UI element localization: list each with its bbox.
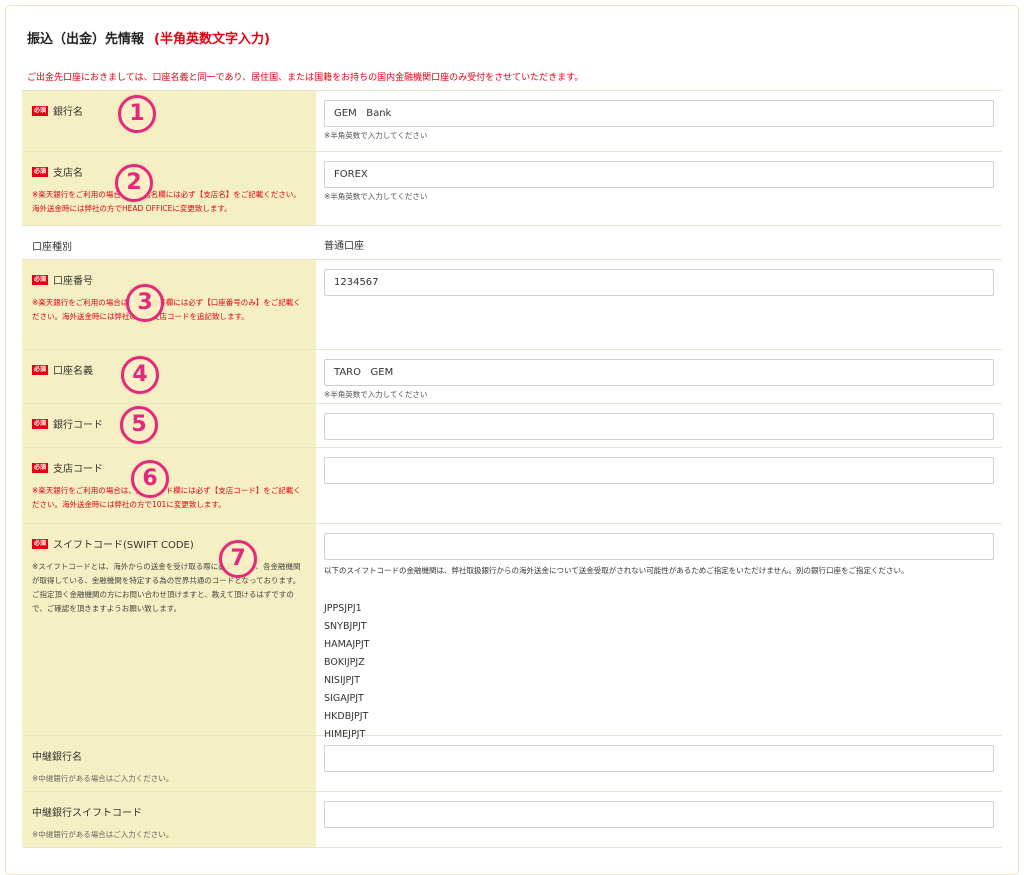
branch-code-note: ※楽天銀行をご利用の場合は、支店コード欄には必ず【支店コード】をご記載ください。… [32,486,301,509]
label-intermediary-bank: 中継銀行名 [32,752,82,763]
label-cell-intermediary-bank: 中継銀行名 ※中継銀行がある場合はご入力ください。 [22,736,316,791]
swift-warning: 以下のスイフトコードの金融機関は、弊社取扱銀行からの海外送金について送金受取がさ… [324,566,909,575]
section-heading: 振込（出金）先情報 (半角英数文字入力) [27,28,270,47]
blocked-swift-code: HKDBJPJT [324,711,369,722]
intermediary-bank-input[interactable] [324,745,994,772]
row-account-number: 必須 口座番号 ※楽天銀行をご利用の場合は、口座番号欄には必ず【口座番号のみ】をご… [22,260,1002,350]
label-cell-branch-name: 必須 支店名 ※楽天銀行をご利用の場合は、支店名欄には必ず【支店名】をご記載くださ… [22,152,316,225]
annotation-marker-3: 3 [126,284,164,322]
blocked-swift-code: BOKIJPJZ [324,657,365,668]
section-title: 振込（出金）先情報 [27,32,145,47]
account-type-value: 普通口座 [324,241,364,252]
value-cell-swift-code: 以下のスイフトコードの金融機関は、弊社取扱銀行からの海外送金について送金受取がさ… [316,524,1004,740]
value-cell-bank-code [316,404,1004,447]
row-intermediary-bank: 中継銀行名 ※中継銀行がある場合はご入力ください。 [22,736,1002,792]
bank-name-input[interactable] [324,100,994,127]
account-notice: ご出金先口座におきましては、口座名義と同一であり、居住国、または国籍をお持ちの国… [27,73,584,83]
bank-name-hint: ※半角英数で入力してください [324,131,428,140]
value-cell-branch-name: ※半角英数で入力してください [316,152,1004,225]
annotation-marker-7: 7 [219,540,257,578]
label-cell-branch-code: 必須 支店コード ※楽天銀行をご利用の場合は、支店コード欄には必ず【支店コード】を… [22,448,316,523]
label-cell-intermediary-swift: 中継銀行スイフトコード ※中継銀行がある場合はご入力ください。 [22,792,316,847]
label-cell-account-number: 必須 口座番号 ※楽天銀行をご利用の場合は、口座番号欄には必ず【口座番号のみ】をご… [22,260,316,349]
value-cell-account-type: 普通口座 [316,226,1002,259]
account-holder-hint: ※半角英数で入力してください [324,390,428,399]
section-title-accent: (半角英数文字入力) [154,32,270,47]
bank-info-form: 必須銀行名 ※半角英数で入力してください 1 必須支店名 ※楽天銀行をご利用の場… [22,90,1002,848]
bank-code-input[interactable] [324,413,994,440]
value-cell-account-holder: ※半角英数で入力してください [316,350,1004,403]
required-badge: 必須 [32,274,49,285]
branch-name-hint: ※半角英数で入力してください [324,192,428,201]
label-swift-code: スイフトコード(SWIFT CODE) [53,540,194,551]
blocked-swift-list: JPPSJPJ1 SNYBJPJT HAMAJPJT BOKIJPJZ NISI… [324,600,994,744]
label-intermediary-swift: 中継銀行スイフトコード [32,808,142,819]
label-branch-name: 支店名 [53,168,84,179]
annotation-marker-5: 5 [120,406,158,444]
row-account-type: 口座種別 普通口座 [22,226,1002,260]
intermediary-bank-note: ※中継銀行がある場合はご入力ください。 [32,774,174,783]
blocked-swift-code: SIGAJPJT [324,693,364,704]
label-cell-account-holder: 必須 口座名義 [22,350,316,403]
value-cell-account-number [316,260,1004,349]
required-badge: 必須 [32,105,49,116]
annotation-marker-6: 6 [131,460,169,498]
label-cell-account-type: 口座種別 [22,226,316,259]
branch-name-input[interactable] [324,161,994,188]
required-badge: 必須 [32,364,49,375]
row-intermediary-swift: 中継銀行スイフトコード ※中継銀行がある場合はご入力ください。 [22,792,1002,848]
account-number-note: ※楽天銀行をご利用の場合は、口座番号欄には必ず【口座番号のみ】をご記載ください。… [32,298,301,321]
blocked-swift-code: JPPSJPJ1 [324,603,362,614]
blocked-swift-code: SNYBJPJT [324,621,367,632]
value-cell-bank-name: ※半角英数で入力してください [316,91,1004,151]
row-bank-code: 必須 銀行コード 5 [22,404,1002,448]
label-account-holder: 口座名義 [53,366,94,377]
row-swift-code: 必須 スイフトコード(SWIFT CODE) ※スイフトコードとは、海外からの送金… [22,524,1004,740]
intermediary-swift-input[interactable] [324,801,994,828]
branch-name-note: ※楽天銀行をご利用の場合は、支店名欄には必ず【支店名】をご記載ください。海外送金… [32,190,301,213]
account-number-input[interactable] [324,269,994,296]
annotation-marker-1: 1 [118,95,156,133]
label-branch-code: 支店コード [53,464,104,475]
intermediary-swift-note: ※中継銀行がある場合はご入力ください。 [32,830,174,839]
required-badge: 必須 [32,538,49,549]
annotation-marker-2: 2 [115,164,153,202]
swift-code-note: ※スイフトコードとは、海外からの送金を受け取る際に必要となる、各金融機関が取得し… [32,562,301,613]
swift-code-input[interactable] [324,533,994,560]
value-cell-intermediary-swift [316,792,1004,847]
row-branch-name: 必須 支店名 ※楽天銀行をご利用の場合は、支店名欄には必ず【支店名】をご記載くださ… [22,152,1002,226]
label-account-number: 口座番号 [53,276,94,287]
account-holder-input[interactable] [324,359,994,386]
row-bank-name: 必須銀行名 ※半角英数で入力してください 1 [22,90,1002,152]
value-cell-branch-code [316,448,1004,523]
blocked-swift-code: HAMAJPJT [324,639,370,650]
label-cell-bank-name: 必須 銀行名 [22,91,316,151]
required-badge: 必須 [32,418,49,429]
required-badge: 必須 [32,462,49,473]
row-account-holder: 必須口座名義 ※半角英数で入力してください 4 [22,350,1002,404]
label-cell-bank-code: 必須 銀行コード [22,404,316,447]
annotation-marker-4: 4 [121,356,159,394]
label-bank-name: 銀行名 [53,107,84,118]
label-cell-swift-code: 必須 スイフトコード(SWIFT CODE) ※スイフトコードとは、海外からの送金… [22,524,316,735]
label-account-type: 口座種別 [32,242,72,253]
branch-code-input[interactable] [324,457,994,484]
required-badge: 必須 [32,166,49,177]
value-cell-intermediary-bank [316,736,1004,791]
blocked-swift-code: NISIJPJT [324,675,360,686]
label-bank-code: 銀行コード [53,420,104,431]
row-branch-code: 必須 支店コード ※楽天銀行をご利用の場合は、支店コード欄には必ず【支店コード】を… [22,448,1002,524]
